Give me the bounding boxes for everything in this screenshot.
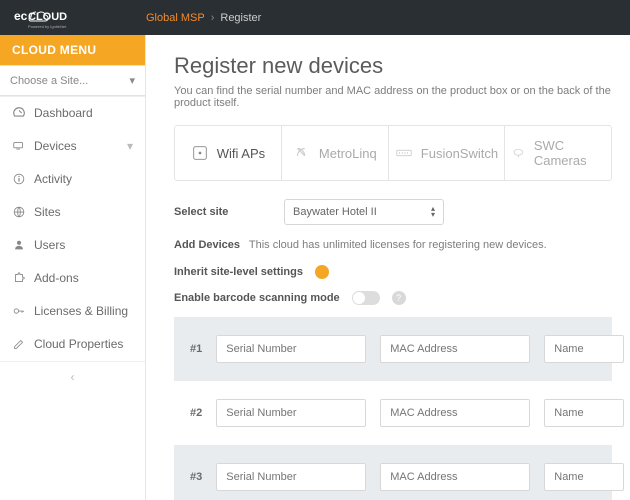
sidebar-item-label: Dashboard bbox=[34, 106, 93, 120]
inherit-label: Inherit site-level settings bbox=[174, 266, 303, 278]
barcode-label: Enable barcode scanning mode bbox=[174, 292, 340, 304]
breadcrumb-root[interactable]: Global MSP bbox=[146, 12, 205, 24]
serial-input[interactable] bbox=[216, 463, 366, 491]
name-input[interactable] bbox=[544, 463, 624, 491]
page-subtitle: You can find the serial number and MAC a… bbox=[174, 85, 612, 109]
tab-label: SWC Cameras bbox=[534, 138, 605, 168]
cloud-menu-header: CLOUD MENU bbox=[0, 35, 145, 65]
inherit-toggle[interactable] bbox=[315, 265, 329, 279]
sidebar-item-label: Licenses & Billing bbox=[34, 304, 128, 318]
name-input[interactable] bbox=[544, 335, 624, 363]
tab-label: Wifi APs bbox=[217, 146, 265, 161]
key-icon bbox=[12, 304, 26, 318]
row-number: #2 bbox=[190, 407, 202, 419]
chevron-right-icon: › bbox=[211, 12, 215, 24]
tab-metrolinq[interactable]: MetroLinq bbox=[282, 126, 389, 180]
device-rows: #1 #2 #3 #4 bbox=[174, 317, 612, 500]
device-row: #1 bbox=[174, 317, 612, 381]
site-selector[interactable]: Choose a Site... ▾ bbox=[0, 65, 145, 97]
sidebar: CLOUD MENU Choose a Site... ▾ Dashboard … bbox=[0, 35, 146, 500]
add-devices-label: Add Devices bbox=[174, 239, 240, 251]
tab-label: MetroLinq bbox=[319, 146, 377, 161]
device-type-tabs: Wifi APs MetroLinq FusionSwitch SWC Came… bbox=[174, 125, 612, 181]
sidebar-item-dashboard[interactable]: Dashboard bbox=[0, 97, 145, 130]
puzzle-icon bbox=[12, 271, 26, 285]
help-icon[interactable]: ? bbox=[392, 291, 406, 305]
sidebar-item-properties[interactable]: Cloud Properties bbox=[0, 328, 145, 361]
device-row: #3 bbox=[174, 445, 612, 500]
svg-text:CLOUD: CLOUD bbox=[28, 11, 67, 23]
switch-icon bbox=[395, 144, 413, 162]
svg-text:Powered by IgniteNet: Powered by IgniteNet bbox=[28, 24, 67, 29]
breadcrumb: Global MSP › Register bbox=[146, 12, 261, 24]
mac-input[interactable] bbox=[380, 335, 530, 363]
tab-label: FusionSwitch bbox=[421, 146, 498, 161]
breadcrumb-leaf: Register bbox=[220, 12, 261, 24]
sidebar-item-label: Activity bbox=[34, 172, 72, 186]
serial-input[interactable] bbox=[216, 335, 366, 363]
site-selector-label: Choose a Site... bbox=[10, 75, 88, 87]
svg-text:ec: ec bbox=[14, 9, 28, 23]
main-content: Register new devices You can find the se… bbox=[146, 35, 630, 500]
select-site-label: Select site bbox=[174, 206, 284, 218]
dish-icon bbox=[293, 144, 311, 162]
add-devices-note: Add Devices This cloud has unlimited lic… bbox=[174, 239, 612, 251]
barcode-toggle[interactable] bbox=[352, 291, 380, 305]
wifi-ap-icon bbox=[191, 144, 209, 162]
sidebar-item-label: Cloud Properties bbox=[34, 337, 123, 351]
sidebar-item-label: Users bbox=[34, 238, 65, 252]
row-number: #1 bbox=[190, 343, 202, 355]
tab-wifi-aps[interactable]: Wifi APs bbox=[175, 126, 282, 180]
name-input[interactable] bbox=[544, 399, 624, 427]
page-title: Register new devices bbox=[174, 53, 612, 79]
sidebar-item-users[interactable]: Users bbox=[0, 229, 145, 262]
add-devices-text: This cloud has unlimited licenses for re… bbox=[249, 239, 547, 251]
serial-input[interactable] bbox=[216, 399, 366, 427]
edit-icon bbox=[12, 337, 26, 351]
logo-cloud-icon: ec CLOUD Powered by IgniteNet bbox=[14, 6, 104, 30]
top-bar: ec CLOUD Powered by IgniteNet Global MSP… bbox=[0, 0, 630, 35]
chevron-down-icon: ▾ bbox=[127, 139, 133, 153]
sidebar-item-label: Devices bbox=[34, 139, 77, 153]
select-site-dropdown[interactable]: Baywater Hotel II ▴▾ bbox=[284, 199, 444, 225]
sidebar-item-addons[interactable]: Add-ons bbox=[0, 262, 145, 295]
devices-icon bbox=[12, 139, 26, 153]
updown-icon: ▴▾ bbox=[431, 206, 435, 218]
info-icon bbox=[12, 172, 26, 186]
collapse-sidebar-button[interactable]: ‹ bbox=[0, 361, 145, 392]
device-row: #2 bbox=[174, 381, 612, 445]
logo: ec CLOUD Powered by IgniteNet bbox=[14, 6, 146, 30]
mac-input[interactable] bbox=[380, 463, 530, 491]
sidebar-item-label: Sites bbox=[34, 205, 61, 219]
select-site-value: Baywater Hotel II bbox=[293, 206, 377, 218]
camera-icon bbox=[511, 144, 526, 162]
user-icon bbox=[12, 238, 26, 252]
sidebar-item-activity[interactable]: Activity bbox=[0, 163, 145, 196]
mac-input[interactable] bbox=[380, 399, 530, 427]
sidebar-item-label: Add-ons bbox=[34, 271, 79, 285]
globe-icon bbox=[12, 205, 26, 219]
chevron-left-icon: ‹ bbox=[71, 370, 75, 384]
tab-swc-cameras[interactable]: SWC Cameras bbox=[505, 126, 611, 180]
sidebar-item-licenses[interactable]: Licenses & Billing bbox=[0, 295, 145, 328]
gauge-icon bbox=[12, 106, 26, 120]
tab-fusionswitch[interactable]: FusionSwitch bbox=[389, 126, 505, 180]
sidebar-item-sites[interactable]: Sites bbox=[0, 196, 145, 229]
sidebar-item-devices[interactable]: Devices ▾ bbox=[0, 130, 145, 163]
row-number: #3 bbox=[190, 471, 202, 483]
caret-down-icon: ▾ bbox=[129, 74, 135, 87]
